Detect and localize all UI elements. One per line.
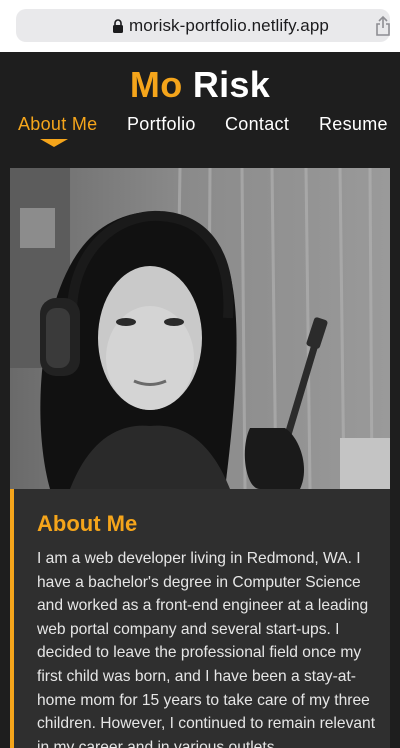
nav-about-me[interactable]: About Me: [18, 114, 97, 135]
site-header: Mo Risk About Me Portfolio Contact Resum…: [0, 52, 400, 167]
nav-resume[interactable]: Resume: [319, 114, 388, 135]
nav-portfolio[interactable]: Portfolio: [127, 114, 196, 135]
address-bar[interactable]: morisk-portfolio.netlify.app: [16, 9, 390, 42]
nav-contact[interactable]: Contact: [225, 114, 289, 135]
site-title-last: Risk: [192, 64, 271, 105]
profile-photo: [10, 168, 390, 489]
browser-toolbar: morisk-portfolio.netlify.app: [0, 0, 400, 52]
lock-icon: [113, 19, 123, 33]
about-body-text: I am a web developer living in Redmond, …: [37, 550, 376, 748]
url-text: morisk-portfolio.netlify.app: [129, 16, 329, 35]
about-heading: About Me: [37, 511, 138, 536]
share-icon[interactable]: [374, 15, 392, 37]
about-section: About Me I am a web developer living in …: [10, 489, 390, 748]
active-indicator-icon: [40, 139, 68, 147]
site-title-first: Mo: [129, 64, 183, 105]
main-nav: About Me Portfolio Contact Resume: [0, 114, 400, 154]
site-title[interactable]: Mo Risk: [0, 64, 400, 106]
